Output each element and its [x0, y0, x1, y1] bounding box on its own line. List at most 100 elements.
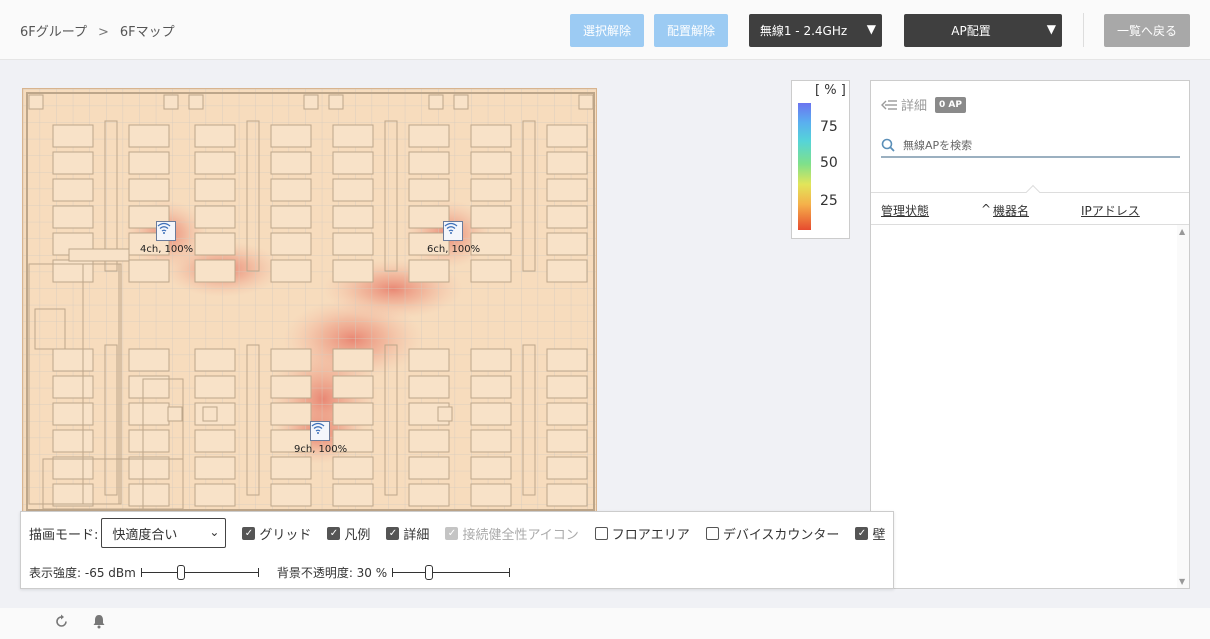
- detail-checkbox[interactable]: ✓ 詳細: [386, 524, 429, 543]
- opacity-slider-thumb[interactable]: [425, 564, 434, 580]
- legend-gradient-bar: [798, 103, 811, 230]
- draw-mode-label: 描画モード:: [29, 527, 99, 543]
- strength-slider[interactable]: [140, 564, 259, 581]
- toolbar-row-sliders: 表示強度: -65 dBm 背景不透明度: 30 %: [29, 564, 511, 581]
- floor-plan-room: [408, 259, 450, 283]
- breadcrumb: 6Fグループ >6Fマップ: [20, 21, 175, 40]
- floor-plan-room: [546, 483, 588, 507]
- checkbox-checked-icon: ✓: [386, 526, 400, 540]
- draw-mode-select[interactable]: 快適度合い ⌄: [101, 518, 227, 548]
- slider-track: [392, 571, 511, 573]
- floor-plan-room: [194, 456, 236, 480]
- floor-plan-room: [128, 429, 170, 453]
- opacity-slider[interactable]: [392, 564, 511, 581]
- dropdown-triangle-icon: ▼: [1046, 22, 1056, 36]
- floor-plan-room: [408, 483, 450, 507]
- ap-count-badge: 0 AP: [935, 96, 966, 113]
- floor-plan-room: [128, 151, 170, 175]
- list-scrollbar[interactable]: ▲ ▼: [1177, 225, 1189, 588]
- access-point-marker[interactable]: [443, 221, 463, 241]
- sort-ascending-icon: ^: [981, 202, 992, 216]
- scroll-down-icon[interactable]: ▼: [1179, 577, 1185, 586]
- strength-slider-thumb[interactable]: [176, 564, 185, 580]
- connection-health-icon-checkbox: ✓ 接続健全性アイコン: [445, 524, 579, 543]
- legend-tick: 75: [820, 119, 838, 135]
- breadcrumb-group-link[interactable]: 6Fグループ: [20, 25, 87, 40]
- column-header-device-name[interactable]: 機器名: [993, 202, 1029, 219]
- floor-plan-room: [270, 178, 312, 202]
- floor-plan-room: [546, 205, 588, 229]
- access-point-marker[interactable]: [156, 221, 176, 241]
- floor-plan-room: [332, 151, 374, 175]
- dropdown-triangle-icon: ▼: [866, 22, 876, 36]
- legend-tick: 50: [820, 155, 838, 171]
- floor-plan-room: [470, 151, 512, 175]
- detail-checkbox-label: 詳細: [403, 527, 430, 543]
- floor-plan-room: [194, 124, 236, 148]
- floor-plan-room: [332, 124, 374, 148]
- wall-checkbox[interactable]: ✓ 壁: [855, 524, 885, 543]
- legend-tick: 25: [820, 193, 838, 209]
- floor-plan-room: [470, 375, 512, 399]
- floor-plan-room: [194, 205, 236, 229]
- floor-plan-room: [194, 429, 236, 453]
- floor-area-checkbox[interactable]: フロアエリア: [594, 524, 690, 543]
- detail-label: 詳細: [901, 99, 928, 114]
- floor-plan-room: [270, 348, 312, 372]
- floor-plan-room: [270, 151, 312, 175]
- column-header-status[interactable]: 管理状態: [881, 202, 929, 219]
- floor-plan-room: [194, 348, 236, 372]
- access-point-label: 6ch, 100%: [427, 244, 481, 255]
- floor-plan-room: [194, 375, 236, 399]
- floor-plan-room: [470, 456, 512, 480]
- footer-bar: [0, 608, 1210, 639]
- floor-plan-room: [546, 124, 588, 148]
- deselect-button[interactable]: 選択解除: [570, 14, 644, 47]
- detail-toggle[interactable]: 詳細 0 AP: [881, 95, 966, 114]
- toolbar-row-options: 描画モード: 快適度合い ⌄ ✓ グリッド ✓ 凡例 ✓ 詳細 ✓ 接続健全性ア…: [29, 518, 885, 548]
- column-header-ip-address[interactable]: IPアドレス: [1081, 202, 1140, 219]
- floor-map[interactable]: 4ch, 100% 6ch, 100% 9ch, 100%: [22, 88, 597, 513]
- band-select-dropdown[interactable]: 無線1 - 2.4GHz ▼: [749, 14, 882, 47]
- scroll-up-icon[interactable]: ▲: [1179, 227, 1185, 236]
- refresh-icon[interactable]: [54, 614, 69, 633]
- floor-plan-room: [470, 483, 512, 507]
- access-point-marker[interactable]: [310, 421, 330, 441]
- device-counter-checkbox[interactable]: デバイスカウンター: [705, 524, 839, 543]
- floor-plan-room: [128, 483, 170, 507]
- floor-plan-room: [546, 178, 588, 202]
- floor-plan-room: [52, 205, 94, 229]
- floor-area-checkbox-label: フロアエリア: [611, 527, 690, 543]
- floor-plan-room: [68, 248, 130, 262]
- floor-plan-room: [270, 259, 312, 283]
- floor-plan-room: [270, 205, 312, 229]
- floor-plan-room: [52, 483, 94, 507]
- floor-plan-room: [188, 94, 204, 110]
- floor-plan-room: [52, 456, 94, 480]
- floor-plan-room: [52, 375, 94, 399]
- signal-legend: [ % ] 75 50 25: [791, 80, 850, 239]
- floor-plan-room: [128, 259, 170, 283]
- floor-plan-room: [408, 348, 450, 372]
- back-to-list-button[interactable]: 一覧へ戻る: [1104, 14, 1190, 47]
- breadcrumb-map: 6Fマップ: [119, 25, 175, 40]
- access-point-label: 4ch, 100%: [140, 244, 194, 255]
- grid-checkbox[interactable]: ✓ グリッド: [242, 524, 311, 543]
- floor-plan-room: [332, 483, 374, 507]
- floor-plan-room: [332, 456, 374, 480]
- floor-plan-room: [270, 124, 312, 148]
- unplace-button[interactable]: 配置解除: [654, 14, 728, 47]
- ap-detail-panel: 詳細 0 AP 無線APを検索 管理状態 ^ 機器名 IPアドレス ▲ ▼: [870, 80, 1190, 589]
- bell-icon[interactable]: [92, 614, 106, 633]
- floor-plan-room: [470, 124, 512, 148]
- header-divider: [1083, 13, 1084, 47]
- ap-place-dropdown[interactable]: AP配置 ▼: [904, 14, 1062, 47]
- floor-plan-room: [52, 178, 94, 202]
- ap-search-input[interactable]: 無線APを検索: [881, 133, 1180, 158]
- slider-track-cap: [392, 567, 394, 577]
- floor-plan-room: [270, 232, 312, 256]
- panel-divider: [871, 224, 1189, 225]
- floor-plan-room: [470, 429, 512, 453]
- legend-checkbox[interactable]: ✓ 凡例: [327, 524, 370, 543]
- floor-plan-room: [270, 402, 312, 426]
